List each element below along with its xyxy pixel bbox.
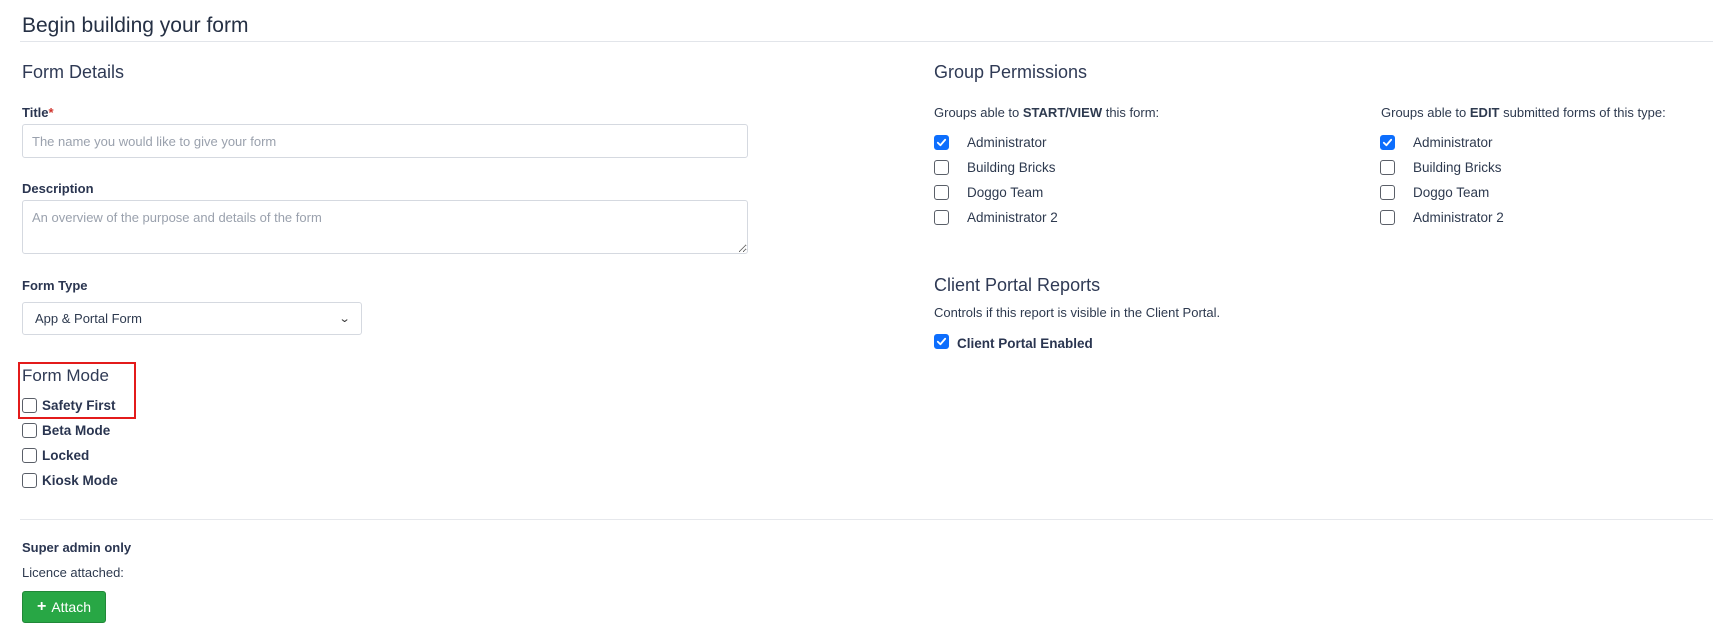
form-mode-locked-checkbox[interactable] [22, 448, 37, 463]
start-view-building-bricks-checkbox[interactable] [934, 160, 949, 175]
start-view-doggo-team-label: Doggo Team [967, 185, 1044, 200]
description-textarea[interactable] [22, 200, 748, 254]
edit-caption: Groups able to EDIT submitted forms of t… [1381, 105, 1666, 120]
edit-administrator-checkbox[interactable] [1380, 135, 1395, 150]
group-permissions-heading: Group Permissions [934, 62, 1088, 82]
form-type-label: Form Type [22, 278, 88, 293]
check-icon [1382, 138, 1393, 147]
edit-administrator-2-label: Administrator 2 [1413, 210, 1504, 225]
form-mode-locked-label: Locked [42, 448, 90, 463]
start-view-caption: Groups able to START/VIEW this form: [934, 105, 1160, 120]
start-view-administrator-label: Administrator [967, 135, 1047, 150]
form-type-selected-value: App & Portal Form [35, 311, 142, 326]
form-mode-kiosk-mode-checkbox[interactable] [22, 473, 37, 488]
edit-doggo-team-label: Doggo Team [1413, 185, 1490, 200]
chevron-down-icon: ⌄ [338, 313, 351, 325]
edit-administrator-label: Administrator [1413, 135, 1493, 150]
form-mode-beta-mode-checkbox[interactable] [22, 423, 37, 438]
check-icon [936, 337, 947, 346]
title-divider [20, 41, 1713, 42]
attach-button-label: Attach [51, 599, 92, 615]
start-view-building-bricks-label: Building Bricks [967, 160, 1056, 175]
title-label: Title* [22, 105, 54, 120]
check-icon [936, 138, 947, 147]
edit-building-bricks-checkbox[interactable] [1380, 160, 1395, 175]
form-mode-beta-mode-label: Beta Mode [42, 423, 111, 438]
form-mode-kiosk-mode-label: Kiosk Mode [42, 473, 118, 488]
client-portal-enabled-label: Client Portal Enabled [957, 336, 1093, 351]
client-portal-enabled-checkbox[interactable] [934, 334, 949, 349]
edit-doggo-team-checkbox[interactable] [1380, 185, 1395, 200]
start-view-emphasis: START/VIEW [1022, 105, 1103, 120]
required-marker: * [48, 105, 54, 120]
attach-button[interactable]: + Attach [22, 591, 106, 623]
form-type-select[interactable]: App & Portal Form ⌄ [22, 302, 362, 335]
page-title: Begin building your form [22, 14, 249, 37]
section-divider [20, 519, 1713, 520]
form-mode-safety-first-label: Safety First [42, 398, 116, 413]
form-mode-heading: Form Mode [22, 366, 109, 385]
edit-emphasis: EDIT [1469, 105, 1500, 120]
plus-icon: + [36, 598, 47, 615]
title-input[interactable] [22, 124, 748, 158]
edit-administrator-2-checkbox[interactable] [1380, 210, 1395, 225]
start-view-administrator-2-label: Administrator 2 [967, 210, 1058, 225]
form-mode-safety-first-checkbox[interactable] [22, 398, 37, 413]
start-view-administrator-2-checkbox[interactable] [934, 210, 949, 225]
client-portal-description: Controls if this report is visible in th… [934, 305, 1221, 320]
super-admin-heading: Super admin only [22, 540, 132, 555]
licence-label: Licence attached: [22, 565, 124, 580]
edit-building-bricks-label: Building Bricks [1413, 160, 1502, 175]
start-view-administrator-checkbox[interactable] [934, 135, 949, 150]
description-label: Description [22, 181, 94, 196]
client-portal-heading: Client Portal Reports [934, 275, 1101, 295]
form-details-heading: Form Details [22, 62, 125, 82]
start-view-doggo-team-checkbox[interactable] [934, 185, 949, 200]
